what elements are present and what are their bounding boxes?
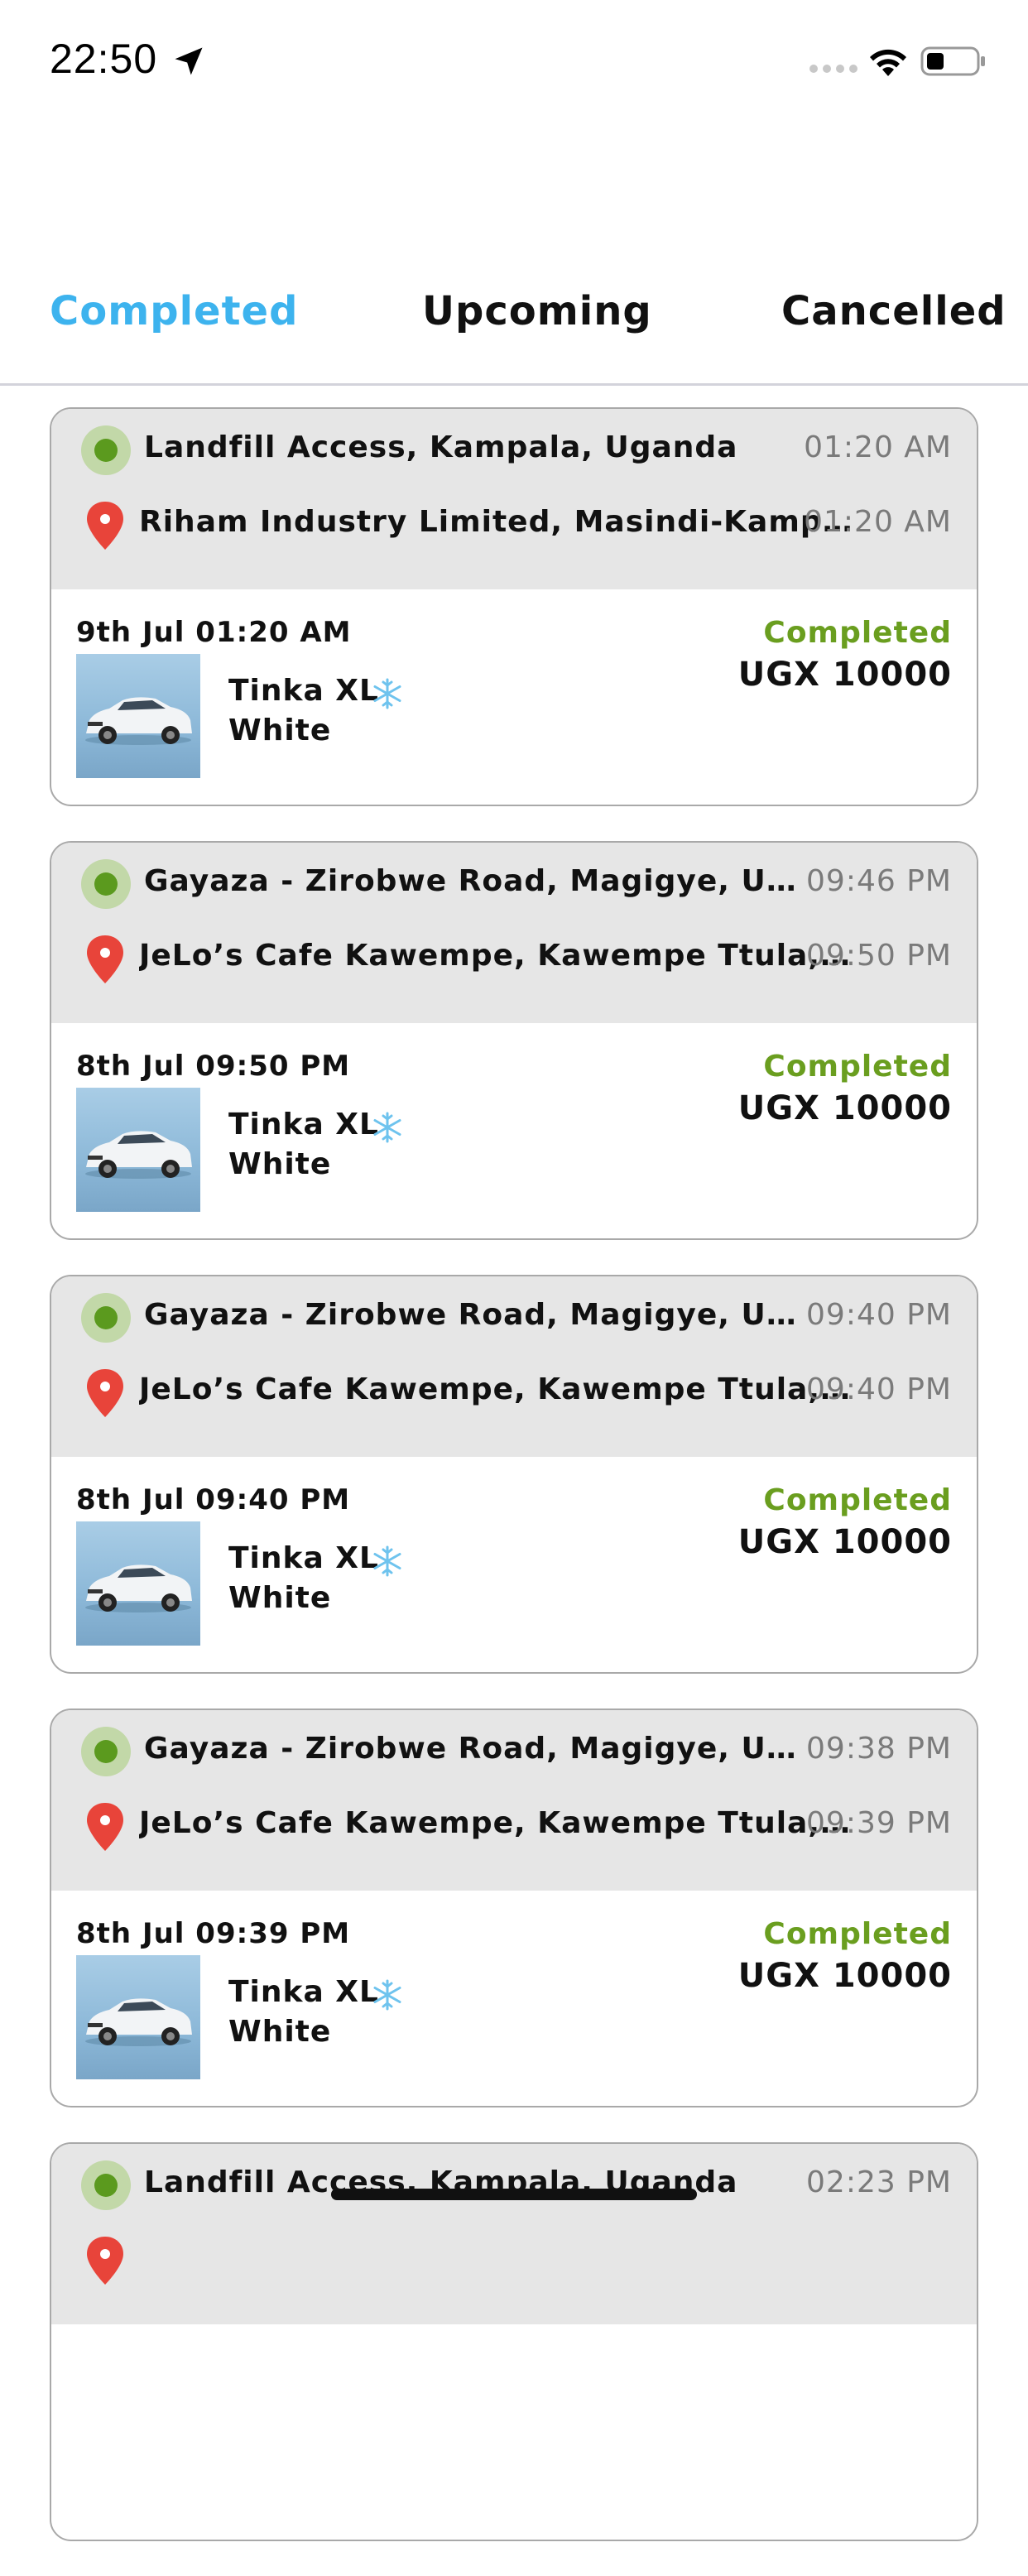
dropoff-address: Riham Industry Limited, Masindi-Kampala … <box>139 505 859 539</box>
car-color: White <box>228 714 332 747</box>
tab-upcoming[interactable]: Upcoming <box>422 288 652 334</box>
pickup-marker-icon <box>81 2160 131 2210</box>
ride-route: Landfill Access, Kampala, Uganda 01:20 A… <box>51 409 977 589</box>
wifi-icon <box>870 49 906 76</box>
dropoff-time: 09:50 PM <box>806 939 952 973</box>
car-image <box>76 1088 200 1212</box>
ride-date: 8th Jul 09:40 PM <box>76 1483 351 1516</box>
tab-cancelled[interactable]: Cancelled <box>781 288 1006 334</box>
car-model: Tinka XL <box>228 1541 379 1575</box>
pickup-address: Gayaza - Zirobwe Road, Magigye, Uganda <box>144 864 806 898</box>
ride-status: Completed <box>763 1917 952 1951</box>
snowflake-ac-icon <box>373 1979 401 2011</box>
pickup-address: Landfill Access, Kampala, Uganda <box>144 430 738 464</box>
ride-date: 9th Jul 01:20 AM <box>76 616 352 649</box>
dropoff-address: JeLo’s Cafe Kawempe, Kawempe Ttula, Kamp… <box>139 1372 859 1406</box>
pickup-marker-icon <box>81 859 131 909</box>
car-color: White <box>228 2015 332 2049</box>
ride-fare: UGX 10000 <box>737 1089 952 1127</box>
ride-fare: UGX 10000 <box>737 656 952 694</box>
ride-status-tabs: Completed Upcoming Cancelled <box>0 273 1028 386</box>
pickup-time: 09:40 PM <box>806 1298 952 1332</box>
car-image <box>76 1521 200 1646</box>
ride-route: Gayaza - Zirobwe Road, Magigye, Uganda 0… <box>51 843 977 1023</box>
dropoff-pin-icon <box>87 935 123 983</box>
car-image <box>76 1955 200 2079</box>
pickup-address: Gayaza - Zirobwe Road, Magigye, Uganda <box>144 1298 806 1332</box>
ride-fare: UGX 10000 <box>737 1957 952 1995</box>
ride-card[interactable]: Gayaza - Zirobwe Road, Magigye, Uganda 0… <box>50 841 978 1240</box>
cellular-signal-icon <box>809 65 857 73</box>
ride-date: 8th Jul 09:39 PM <box>76 1917 351 1950</box>
pickup-time: 01:20 AM <box>804 430 952 464</box>
ride-status: Completed <box>763 1483 952 1517</box>
tab-completed[interactable]: Completed <box>50 288 298 334</box>
ride-status: Completed <box>763 1050 952 1084</box>
pickup-address: Gayaza - Zirobwe Road, Magigye, Uganda <box>144 1732 806 1766</box>
dropoff-time: 09:40 PM <box>806 1372 952 1406</box>
ride-card[interactable]: Landfill Access, Kampala, Uganda 02:23 P… <box>50 2142 978 2541</box>
pickup-time: 09:38 PM <box>806 1732 952 1766</box>
ride-card[interactable]: Gayaza - Zirobwe Road, Magigye, Uganda 0… <box>50 1709 978 2107</box>
ride-list[interactable]: Landfill Access, Kampala, Uganda 01:20 A… <box>50 407 978 2576</box>
snowflake-ac-icon <box>373 1545 401 1577</box>
snowflake-ac-icon <box>373 678 401 709</box>
ride-fare: UGX 10000 <box>737 1523 952 1561</box>
pickup-time: 02:23 PM <box>806 2165 952 2199</box>
car-model: Tinka XL <box>228 1108 379 1141</box>
ride-route: Landfill Access, Kampala, Uganda 02:23 P… <box>51 2144 977 2324</box>
pickup-marker-icon <box>81 1293 131 1343</box>
location-arrow-icon <box>175 47 203 75</box>
car-color: White <box>228 1147 332 1181</box>
tabs-divider <box>0 383 1028 386</box>
ride-route: Gayaza - Zirobwe Road, Magigye, Uganda 0… <box>51 1710 977 1891</box>
dropoff-pin-icon <box>87 502 123 550</box>
battery-icon <box>920 46 985 76</box>
dropoff-time: 09:39 PM <box>806 1806 952 1840</box>
pickup-marker-icon <box>81 1727 131 1776</box>
car-model: Tinka XL <box>228 674 379 708</box>
ride-card[interactable]: Gayaza - Zirobwe Road, Magigye, Uganda 0… <box>50 1275 978 1674</box>
ride-status: Completed <box>763 616 952 650</box>
ride-card[interactable]: Landfill Access, Kampala, Uganda 01:20 A… <box>50 407 978 806</box>
dropoff-pin-icon <box>87 2237 123 2285</box>
pickup-marker-icon <box>81 425 131 475</box>
pickup-time: 09:46 PM <box>806 864 952 898</box>
car-model: Tinka XL <box>228 1975 379 2009</box>
car-color: White <box>228 1581 332 1615</box>
dropoff-pin-icon <box>87 1369 123 1417</box>
dropoff-address: JeLo’s Cafe Kawempe, Kawempe Ttula, Kamp… <box>139 939 859 973</box>
dropoff-time: 01:20 AM <box>804 505 952 539</box>
snowflake-ac-icon <box>373 1112 401 1143</box>
ride-date: 8th Jul 09:50 PM <box>76 1050 351 1083</box>
dropoff-pin-icon <box>87 1803 123 1851</box>
ride-route: Gayaza - Zirobwe Road, Magigye, Uganda 0… <box>51 1276 977 1457</box>
car-image <box>76 654 200 778</box>
status-bar: 22:50 <box>0 0 1028 124</box>
dropoff-address: JeLo’s Cafe Kawempe, Kawempe Ttula, Kamp… <box>139 1806 859 1840</box>
home-indicator[interactable] <box>331 2189 697 2200</box>
status-time: 22:50 <box>50 36 158 82</box>
